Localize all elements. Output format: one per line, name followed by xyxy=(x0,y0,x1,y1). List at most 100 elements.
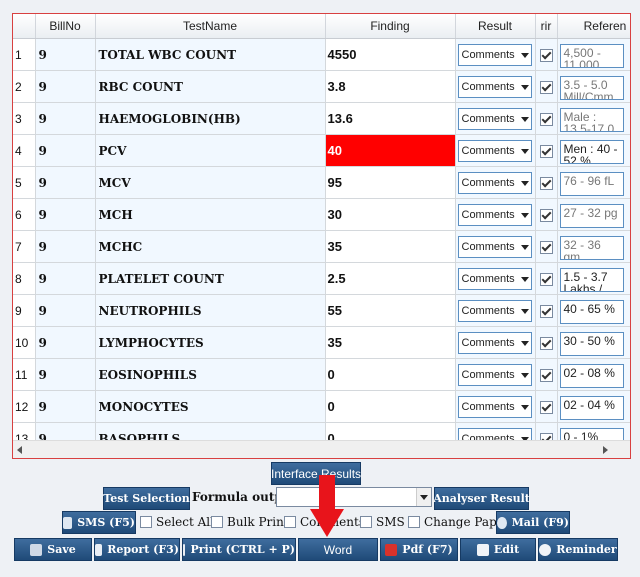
option-sms[interactable]: SMS xyxy=(360,515,405,529)
finding-cell[interactable]: 3.8 xyxy=(325,70,456,103)
sms-checkbox[interactable] xyxy=(360,516,372,528)
finding-cell[interactable]: 0 xyxy=(325,390,456,423)
reference-textbox[interactable]: 4,500 - 11,000 xyxy=(559,43,624,68)
result-select[interactable]: Comments xyxy=(457,75,532,98)
bill-no-cell[interactable]: 9 xyxy=(35,38,96,71)
bill-no-cell[interactable]: 9 xyxy=(35,294,96,327)
bill-no-cell[interactable]: 9 xyxy=(35,198,96,231)
include-checkbox[interactable] xyxy=(539,304,553,318)
include-checkbox[interactable] xyxy=(539,48,553,62)
reference-textbox[interactable]: 27 - 32 pg xyxy=(559,203,624,228)
horizontal-scrollbar[interactable] xyxy=(13,440,630,458)
result-select[interactable]: Comments xyxy=(457,299,532,322)
bill-no-cell[interactable]: 9 xyxy=(35,134,96,167)
result-cell[interactable]: Comments xyxy=(455,102,536,135)
include-checkbox[interactable] xyxy=(539,368,553,382)
table-row[interactable]: 8 9 PLATELET COUNT 2.5 Comments 1.5 - 3.7 Lak… xyxy=(13,262,630,295)
include-checkbox[interactable] xyxy=(539,80,553,94)
reference-cell[interactable]: 27 - 32 pg xyxy=(557,198,630,231)
finding-cell[interactable]: 30 xyxy=(325,198,456,231)
reference-cell[interactable]: 3.5 - 5.0 Mill/Cmm xyxy=(557,70,630,103)
include-cell[interactable] xyxy=(535,102,558,135)
test-name-cell[interactable]: MCHC xyxy=(95,230,326,263)
include-cell[interactable] xyxy=(535,390,558,423)
print-button[interactable]: Print (CTRL + P) xyxy=(182,538,296,561)
test-selection-button[interactable]: Test Selection xyxy=(103,487,190,510)
include-cell[interactable] xyxy=(535,134,558,167)
finding-cell[interactable]: 0 xyxy=(325,358,456,391)
comments-checkbox[interactable] xyxy=(284,516,296,528)
result-select[interactable]: Comments xyxy=(457,267,532,290)
reference-textbox[interactable]: 76 - 96 fL xyxy=(559,171,624,196)
reference-textbox[interactable]: 40 - 65 % xyxy=(559,299,624,324)
option-select-all[interactable]: Select All xyxy=(140,515,214,529)
mail-button[interactable]: Mail (F9) xyxy=(496,511,570,534)
test-name-cell[interactable]: MCV xyxy=(95,166,326,199)
include-cell[interactable] xyxy=(535,262,558,295)
include-cell[interactable] xyxy=(535,294,558,327)
chevron-down-icon[interactable] xyxy=(520,212,529,218)
test-name-cell[interactable]: MONOCYTES xyxy=(95,390,326,423)
result-select[interactable]: Comments xyxy=(457,171,532,194)
col-finding[interactable]: Finding xyxy=(325,14,456,39)
chevron-down-icon[interactable] xyxy=(520,244,529,250)
test-name-cell[interactable]: EOSINOPHILS xyxy=(95,358,326,391)
finding-cell[interactable]: 2.5 xyxy=(325,262,456,295)
reference-cell[interactable]: 40 - 65 % xyxy=(557,294,630,327)
table-row[interactable]: 11 9 EOSINOPHILS 0 Comments 02 - 08 % xyxy=(13,358,630,391)
reference-textbox[interactable]: 30 - 50 % xyxy=(559,331,624,356)
include-checkbox[interactable] xyxy=(539,272,553,286)
finding-cell[interactable]: 13.6 xyxy=(325,102,456,135)
result-select[interactable]: Comments xyxy=(457,395,532,418)
result-cell[interactable]: Comments xyxy=(455,294,536,327)
chevron-down-icon[interactable] xyxy=(520,180,529,186)
col-reference[interactable]: Referen xyxy=(557,14,630,39)
reference-textbox[interactable]: 1.5 - 3.7 Lakhs / xyxy=(559,267,624,292)
finding-cell[interactable]: 4550 xyxy=(325,38,456,71)
sms-button[interactable]: SMS (F5) xyxy=(62,511,136,534)
bill-no-cell[interactable]: 9 xyxy=(35,262,96,295)
test-name-cell[interactable]: PCV xyxy=(95,134,326,167)
chevron-down-icon[interactable] xyxy=(520,372,529,378)
finding-cell[interactable]: 35 xyxy=(325,326,456,359)
chevron-down-icon[interactable] xyxy=(520,276,529,282)
analyser-result-button[interactable]: Analyser Result xyxy=(433,487,530,510)
reference-cell[interactable]: Men : 40 - 52 % xyxy=(557,134,630,167)
result-select[interactable]: Comments xyxy=(457,235,532,258)
result-cell[interactable]: Comments xyxy=(455,38,536,71)
table-row[interactable]: 6 9 MCH 30 Comments 27 - 32 pg xyxy=(13,198,630,231)
pdf-button[interactable]: Pdf (F7) xyxy=(380,538,458,561)
select-all-checkbox[interactable] xyxy=(140,516,152,528)
table-row[interactable]: 7 9 MCHC 35 Comments 32 - 36 gm xyxy=(13,230,630,263)
result-select[interactable]: Comments xyxy=(457,43,532,66)
finding-cell[interactable]: 55 xyxy=(325,294,456,327)
include-cell[interactable] xyxy=(535,358,558,391)
bill-no-cell[interactable]: 9 xyxy=(35,70,96,103)
option-change-paper[interactable]: Change Paper xyxy=(408,515,510,529)
include-cell[interactable] xyxy=(535,166,558,199)
result-cell[interactable]: Comments xyxy=(455,326,536,359)
table-row[interactable]: 10 9 LYMPHOCYTES 35 Comments 30 - 50 % xyxy=(13,326,630,359)
col-rir[interactable]: rir xyxy=(535,14,558,39)
save-button[interactable]: Save xyxy=(14,538,92,561)
reference-textbox[interactable]: 3.5 - 5.0 Mill/Cmm xyxy=(559,75,624,100)
result-cell[interactable]: Comments xyxy=(455,390,536,423)
option-bulk-print[interactable]: Bulk Print xyxy=(211,515,289,529)
reference-textbox[interactable]: Men : 40 - 52 % xyxy=(559,139,624,164)
scroll-right-icon[interactable] xyxy=(603,446,608,454)
bill-no-cell[interactable]: 9 xyxy=(35,230,96,263)
finding-cell[interactable]: 95 xyxy=(325,166,456,199)
col-result[interactable]: Result xyxy=(455,14,536,39)
test-name-cell[interactable]: PLATELET COUNT xyxy=(95,262,326,295)
reference-cell[interactable]: 76 - 96 fL xyxy=(557,166,630,199)
result-cell[interactable]: Comments xyxy=(455,134,536,167)
formula-output-select[interactable] xyxy=(276,487,432,507)
include-checkbox[interactable] xyxy=(539,240,553,254)
col-billno[interactable]: BillNo xyxy=(35,14,96,39)
chevron-down-icon[interactable] xyxy=(520,404,529,410)
include-checkbox[interactable] xyxy=(539,208,553,222)
test-name-cell[interactable]: RBC COUNT xyxy=(95,70,326,103)
result-cell[interactable]: Comments xyxy=(455,230,536,263)
chevron-down-icon[interactable] xyxy=(520,308,529,314)
finding-cell[interactable]: 40 xyxy=(325,134,456,167)
